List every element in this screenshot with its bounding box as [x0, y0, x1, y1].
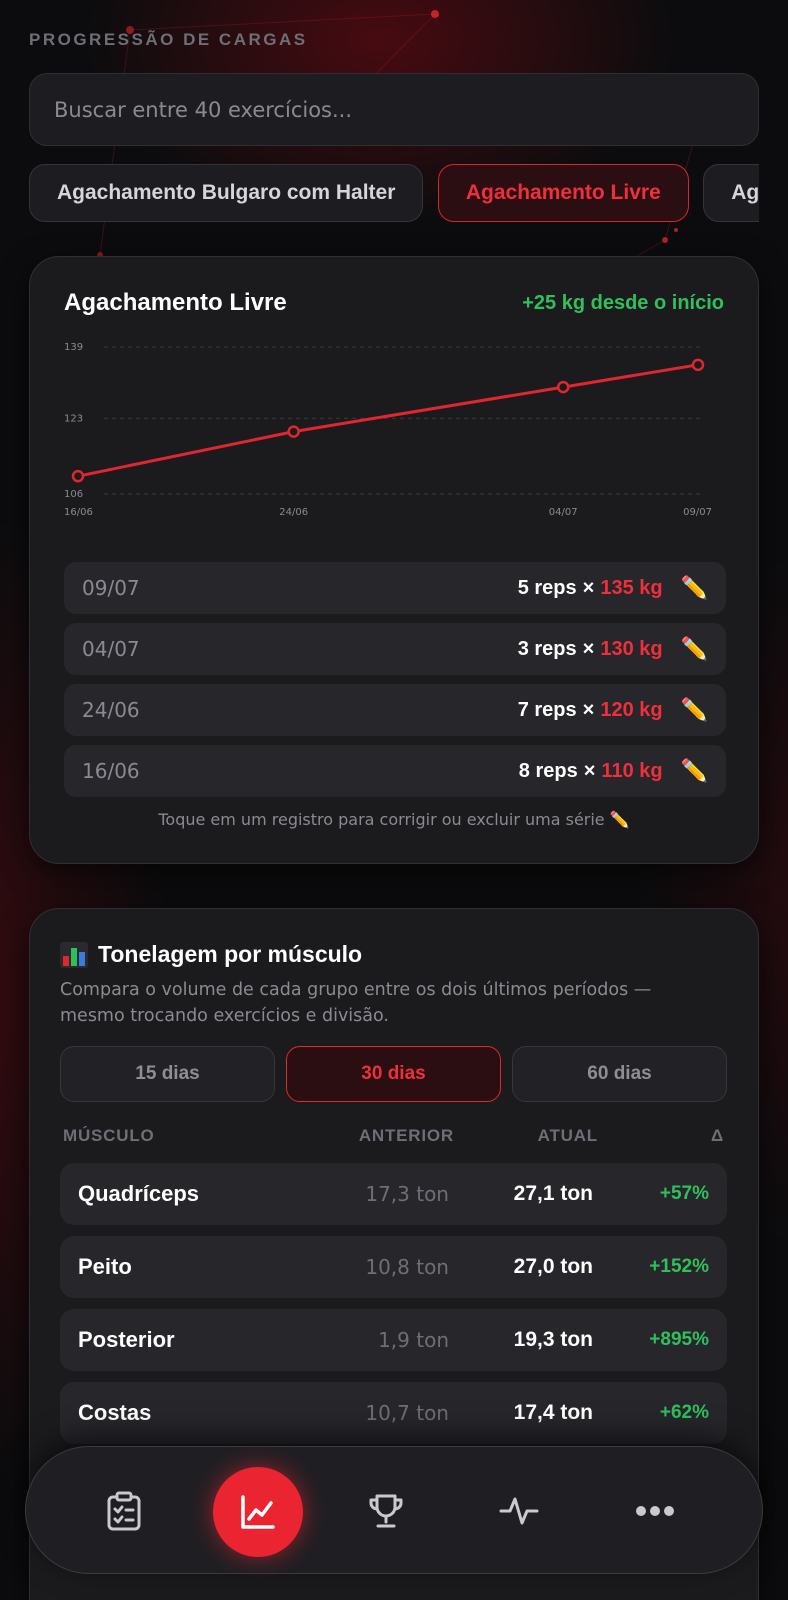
column-header-muscle: MÚSCULO: [63, 1126, 155, 1145]
progress-line-chart: 106 123 139 16/06 24/06 04/07 09/07: [64, 342, 712, 518]
record-date: 09/07: [82, 576, 140, 600]
records-list: 09/07 5 reps × 135 kg ✏️ 04/07 3 reps × …: [64, 562, 726, 806]
data-point: [556, 380, 570, 394]
record-row[interactable]: 16/06 8 reps × 110 kg ✏️: [64, 745, 726, 797]
times-symbol: ×: [582, 576, 595, 599]
record-date: 04/07: [82, 637, 140, 661]
column-header-current: ATUAL: [537, 1126, 598, 1145]
search-input[interactable]: [54, 97, 734, 122]
muscle-name: Costas: [78, 1400, 152, 1425]
exercise-chip[interactable]: Agachamento Bulgaro com Halter: [29, 164, 424, 222]
record-weight: 110 kg: [601, 759, 663, 782]
period-selector: 15 dias 30 dias 60 dias: [60, 1046, 727, 1102]
muscle-name: Peito: [78, 1254, 132, 1279]
record-row[interactable]: 04/07 3 reps × 130 kg ✏️: [64, 623, 726, 675]
table-row: Quadríceps 17,3 ton 27,1 ton +57%: [60, 1163, 727, 1225]
record-reps: 5 reps: [517, 576, 577, 599]
period-button-30[interactable]: 30 dias: [286, 1046, 501, 1102]
record-date: 24/06: [82, 698, 140, 722]
table-row: Posterior 1,9 ton 19,3 ton +895%: [60, 1309, 727, 1371]
record-reps: 3 reps: [517, 637, 577, 660]
trophy-icon[interactable]: [354, 1479, 418, 1543]
record-row[interactable]: 24/06 7 reps × 120 kg ✏️: [64, 684, 726, 736]
table-row: Peito 10,8 ton 27,0 ton +152%: [60, 1236, 727, 1298]
tonnage-delta: +57%: [659, 1183, 709, 1204]
pencil-icon[interactable]: ✏️: [681, 758, 708, 784]
pencil-icon[interactable]: ✏️: [681, 636, 708, 662]
times-symbol: ×: [582, 698, 595, 721]
pencil-icon[interactable]: ✏️: [681, 575, 708, 601]
period-button-60[interactable]: 60 dias: [512, 1046, 727, 1102]
weight-gain-badge: +25 kg desde o início: [522, 292, 724, 314]
tonnage-title: Tonelagem por músculo: [60, 941, 362, 968]
period-button-15[interactable]: 15 dias: [60, 1046, 275, 1102]
times-symbol: ×: [582, 637, 595, 660]
progress-card: Agachamento Livre +25 kg desde o início …: [29, 256, 759, 864]
bar-chart-icon: [60, 941, 88, 968]
series-line: [77, 363, 699, 478]
y-tick-label: 106: [64, 489, 83, 500]
times-symbol: ×: [583, 759, 596, 782]
tonnage-title-text: Tonelagem por músculo: [98, 941, 363, 967]
column-header-previous: ANTERIOR: [358, 1126, 454, 1145]
tonnage-delta: +152%: [649, 1256, 709, 1277]
x-tick-label: 16/06: [64, 507, 93, 518]
clipboard-checklist-icon[interactable]: [92, 1479, 156, 1543]
exercise-chip[interactable]: Agachamento: [703, 164, 759, 222]
previous-tonnage: 10,8 ton: [365, 1255, 449, 1279]
section-title: PROGRESSÃO DE CARGAS: [29, 30, 308, 49]
more-dots-icon[interactable]: [623, 1479, 687, 1543]
pencil-icon[interactable]: ✏️: [681, 697, 708, 723]
column-header-delta: Δ: [710, 1126, 724, 1145]
chart-line-icon[interactable]: [213, 1467, 303, 1557]
record-reps: 7 reps: [517, 698, 577, 721]
x-tick-label: 04/07: [549, 507, 578, 518]
edit-hint: Toque em um registro para corrigir ou ex…: [158, 810, 630, 829]
muscle-name: Quadríceps: [78, 1181, 200, 1206]
exercise-chip-list[interactable]: Agachamento Bulgaro com Halter Agachamen…: [29, 164, 759, 224]
data-point: [71, 469, 85, 483]
previous-tonnage: 10,7 ton: [365, 1401, 449, 1425]
exercise-chip-active[interactable]: Agachamento Livre: [437, 164, 689, 222]
current-tonnage: 17,4 ton: [513, 1401, 593, 1424]
table-row: Costas 10,7 ton 17,4 ton +62%: [60, 1382, 727, 1444]
record-row[interactable]: 09/07 5 reps × 135 kg ✏️: [64, 562, 726, 614]
y-tick-label: 139: [64, 342, 83, 353]
exercise-search[interactable]: [29, 73, 759, 146]
data-point: [287, 425, 300, 438]
record-date: 16/06: [82, 759, 140, 783]
record-reps: 8 reps: [518, 759, 578, 782]
x-tick-label: 09/07: [683, 507, 712, 518]
table-header: MÚSCULO ANTERIOR ATUAL Δ: [60, 1126, 727, 1150]
record-weight: 130 kg: [600, 637, 663, 660]
exercise-title: Agachamento Livre: [64, 289, 287, 316]
current-tonnage: 27,0 ton: [513, 1255, 593, 1278]
x-tick-label: 24/06: [279, 507, 308, 518]
data-point: [691, 358, 705, 372]
activity-pulse-icon[interactable]: [487, 1479, 551, 1543]
previous-tonnage: 1,9 ton: [378, 1328, 449, 1352]
y-tick-label: 123: [64, 413, 83, 424]
current-tonnage: 19,3 ton: [513, 1328, 593, 1351]
tonnage-description: Compara o volume de cada grupo entre os …: [60, 980, 652, 1026]
bottom-nav-bar: [25, 1446, 763, 1574]
tonnage-table: Quadríceps 17,3 ton 27,1 ton +57% Peito …: [60, 1163, 727, 1455]
record-weight: 120 kg: [600, 698, 663, 721]
current-tonnage: 27,1 ton: [513, 1182, 593, 1205]
tonnage-delta: +895%: [649, 1329, 709, 1350]
record-weight: 135 kg: [600, 576, 663, 599]
tonnage-delta: +62%: [659, 1402, 709, 1423]
previous-tonnage: 17,3 ton: [365, 1182, 449, 1206]
muscle-name: Posterior: [78, 1327, 175, 1352]
